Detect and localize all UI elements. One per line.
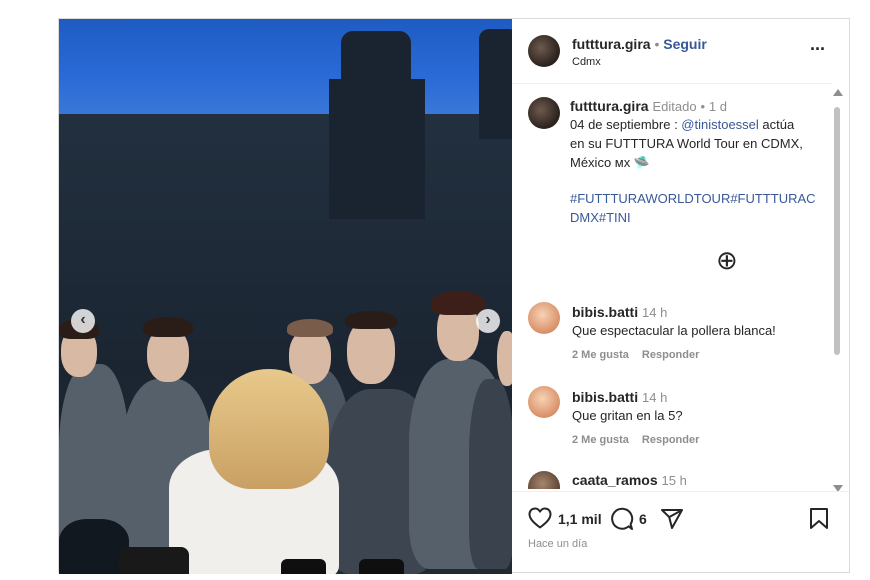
author-avatar[interactable] xyxy=(528,35,560,67)
heart-icon xyxy=(528,507,552,529)
comment-avatar[interactable] xyxy=(528,302,560,334)
hashtags-line2[interactable]: DMX#TINI xyxy=(570,208,631,227)
next-photo-button[interactable]: › xyxy=(476,309,500,333)
post-photo[interactable]: ‹ › xyxy=(59,19,512,574)
like-count[interactable]: 1,1 mil xyxy=(558,511,602,527)
comment-text: Que espectacular la pollera blanca! xyxy=(572,323,776,338)
caption-line3: México ᴍx 🛸 xyxy=(570,155,651,170)
header-separator: • xyxy=(654,36,660,52)
save-button[interactable] xyxy=(808,507,830,536)
bookmark-icon xyxy=(810,508,828,529)
like-button[interactable] xyxy=(528,507,552,534)
comment-likes[interactable]: 2 Me gusta xyxy=(572,434,629,446)
reply-button[interactable]: Responder xyxy=(642,434,699,446)
comment-avatar[interactable] xyxy=(528,386,560,418)
comment-button[interactable] xyxy=(610,507,634,536)
comment-clip-area: caata_ramos 15 h xyxy=(512,459,832,489)
scroll-up-icon[interactable] xyxy=(833,89,843,96)
comment-age: 14 h xyxy=(642,305,668,320)
hashtags-line1[interactable]: #FUTTTURAWORLDTOUR#FUTTTURAC xyxy=(570,189,816,208)
scroll-thumb[interactable] xyxy=(834,107,840,355)
caption-line1-rest: actúa xyxy=(758,117,795,132)
post-location[interactable]: Cdmx xyxy=(572,56,601,68)
post-timestamp[interactable]: Hace un día xyxy=(528,538,587,550)
comment-avatar[interactable] xyxy=(528,471,560,489)
mention-link[interactable]: @tinistoessel xyxy=(681,117,759,132)
caption-line2: en su FUTTTURA World Tour en CDMX, xyxy=(570,136,803,151)
comment-icon xyxy=(611,507,634,530)
post-side-panel: futttura.gira • Seguir Cdmx ··· futttura… xyxy=(512,19,849,572)
caption-separator: • xyxy=(700,99,705,114)
comment-username[interactable]: caata_ramos xyxy=(572,472,658,488)
caption-age: 1 d xyxy=(708,99,727,114)
share-button[interactable] xyxy=(660,507,684,536)
chevron-left-icon: ‹ xyxy=(80,311,86,328)
comment-username[interactable]: bibis.batti xyxy=(572,304,638,320)
comment-text: Que gritan en la 5? xyxy=(572,408,683,423)
comment-count[interactable]: 6 xyxy=(639,511,647,527)
comment-age: 14 h xyxy=(642,390,668,405)
more-options-icon[interactable]: ··· xyxy=(810,39,826,60)
performer-hair xyxy=(209,369,329,489)
load-more-comments-button[interactable]: ⊕ xyxy=(716,247,738,273)
comment-age: 15 h xyxy=(661,473,687,488)
stage-screen xyxy=(59,19,512,114)
follow-button[interactable]: Seguir xyxy=(663,36,707,52)
edited-label: Editado xyxy=(652,99,697,114)
chevron-right-icon: › xyxy=(485,311,491,328)
plus-circle-icon: ⊕ xyxy=(716,245,738,275)
comments-scrollbar[interactable] xyxy=(833,89,843,492)
comment-likes[interactable]: 2 Me gusta xyxy=(572,349,629,361)
comment-username[interactable]: bibis.batti xyxy=(572,389,638,405)
reply-button[interactable]: Responder xyxy=(642,349,699,361)
send-icon xyxy=(661,509,683,529)
instagram-post: ‹ › futttura.gira • Seguir Cdmx ··· futt… xyxy=(58,18,850,574)
previous-photo-button[interactable]: ‹ xyxy=(71,309,95,333)
caption-avatar[interactable] xyxy=(528,97,560,129)
caption-date: 04 de septiembre : xyxy=(570,117,682,132)
caption-username[interactable]: futttura.gira xyxy=(570,98,649,114)
author-username[interactable]: futttura.gira xyxy=(572,36,651,52)
